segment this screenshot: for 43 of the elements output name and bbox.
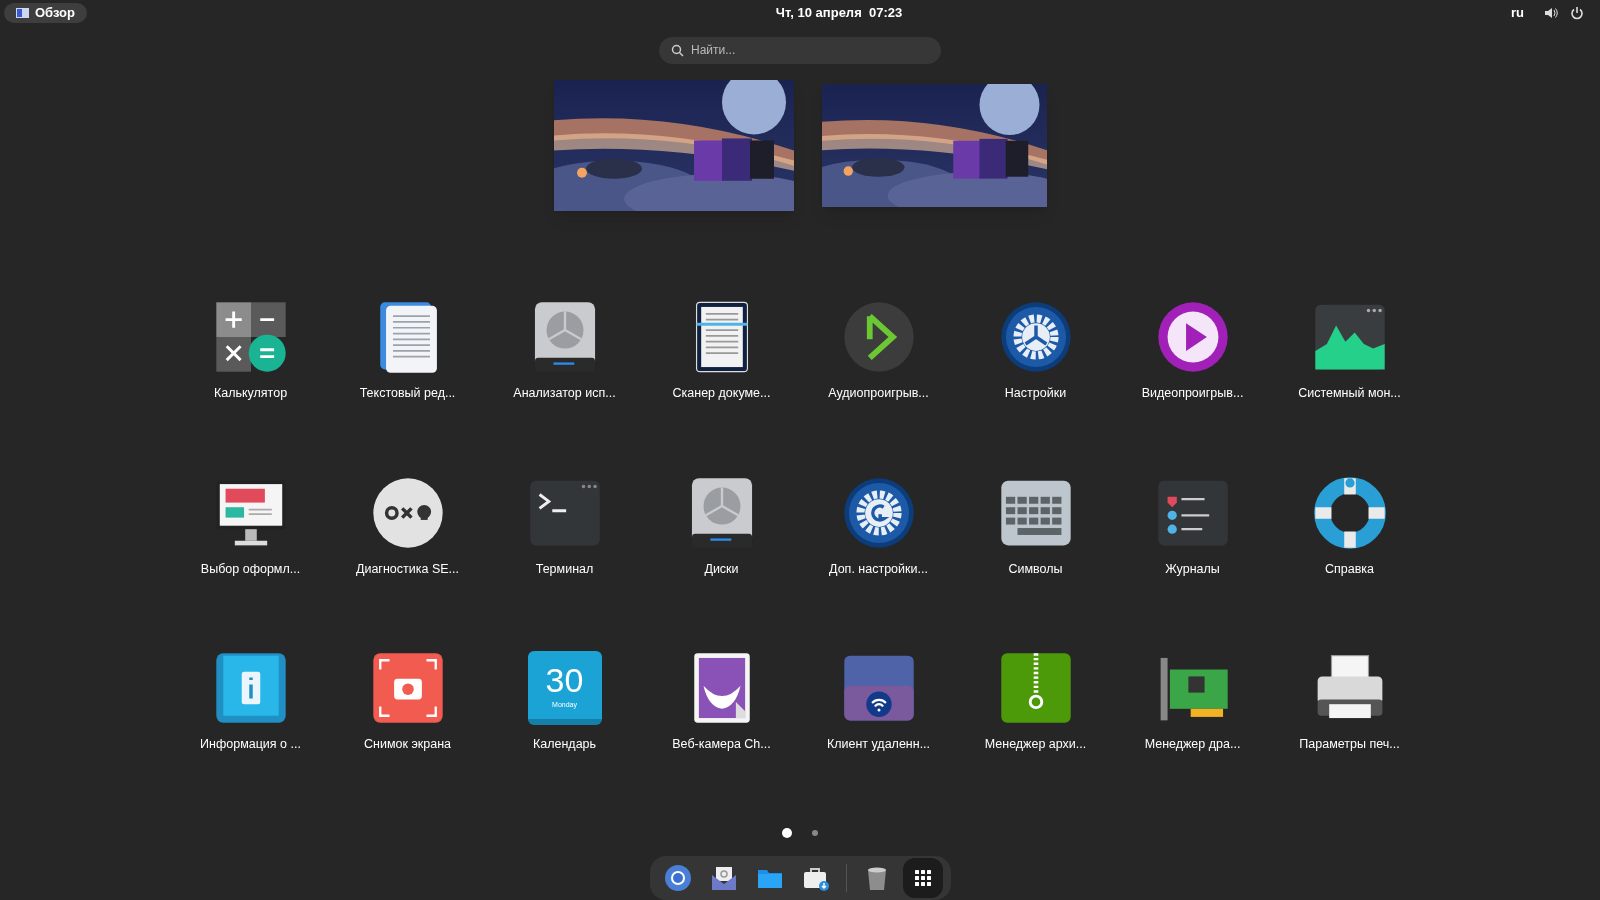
- volume-icon[interactable]: [1544, 5, 1558, 20]
- app-launcher[interactable]: Сканер докуме...: [643, 299, 800, 403]
- play-button-icon: [1155, 299, 1230, 374]
- app-launcher[interactable]: Аудиопроигрыв...: [800, 299, 957, 403]
- app-launcher[interactable]: Справка: [1271, 475, 1428, 579]
- app-launcher[interactable]: Журналы: [1114, 475, 1271, 579]
- search-icon: [671, 43, 684, 57]
- app-launcher[interactable]: Клиент удаленн...: [800, 651, 957, 754]
- app-launcher[interactable]: Информация о ...: [172, 651, 329, 754]
- app-launcher[interactable]: Калькулятор: [172, 299, 329, 403]
- zipper-icon: [998, 651, 1073, 726]
- page-indicator[interactable]: [782, 828, 792, 838]
- keyboard-layout[interactable]: ru: [1511, 3, 1524, 23]
- app-launcher[interactable]: Анализатор исп...: [486, 299, 643, 403]
- app-launcher[interactable]: Веб-камера Ch...: [643, 651, 800, 754]
- gear-icon: [998, 299, 1073, 374]
- power-icon[interactable]: [1570, 5, 1584, 20]
- app-launcher[interactable]: Менеджер дра...: [1114, 651, 1271, 754]
- app-launcher[interactable]: Доп. настройки...: [800, 475, 957, 579]
- app-launcher[interactable]: Параметры печ...: [1271, 651, 1428, 754]
- info-icon: [213, 651, 288, 726]
- calculator-icon: [213, 299, 288, 374]
- overview-button[interactable]: Обзор: [4, 2, 87, 23]
- app-launcher[interactable]: Терминал: [486, 475, 643, 579]
- app-launcher[interactable]: Текстовый ред...: [329, 299, 486, 403]
- app-grid-button[interactable]: [902, 858, 943, 898]
- app-launcher[interactable]: Диски: [643, 475, 800, 579]
- clock[interactable]: Чт, 10 апреля 07:23: [775, 3, 903, 23]
- app-launcher[interactable]: Снимок экрана: [329, 651, 486, 754]
- app-launcher[interactable]: Выбор оформл...: [172, 475, 329, 579]
- camera-icon: [370, 651, 445, 726]
- skull-icon: [370, 475, 445, 550]
- app-launcher[interactable]: Менеджер архи...: [957, 651, 1114, 754]
- app-launcher[interactable]: Видеопроигрыв...: [1114, 299, 1271, 403]
- search-field[interactable]: Найти...: [659, 36, 941, 64]
- app-launcher[interactable]: Диагностика SE...: [329, 475, 486, 579]
- lifebuoy-icon: [1312, 475, 1387, 550]
- grid-icon: [913, 869, 932, 887]
- gear-icon: [841, 475, 916, 550]
- app-launcher[interactable]: Настройки: [957, 299, 1114, 403]
- app-launcher[interactable]: Символы: [957, 475, 1114, 579]
- app-launcher[interactable]: Системный мон...: [1271, 299, 1428, 403]
- workspace-icon: [16, 7, 29, 18]
